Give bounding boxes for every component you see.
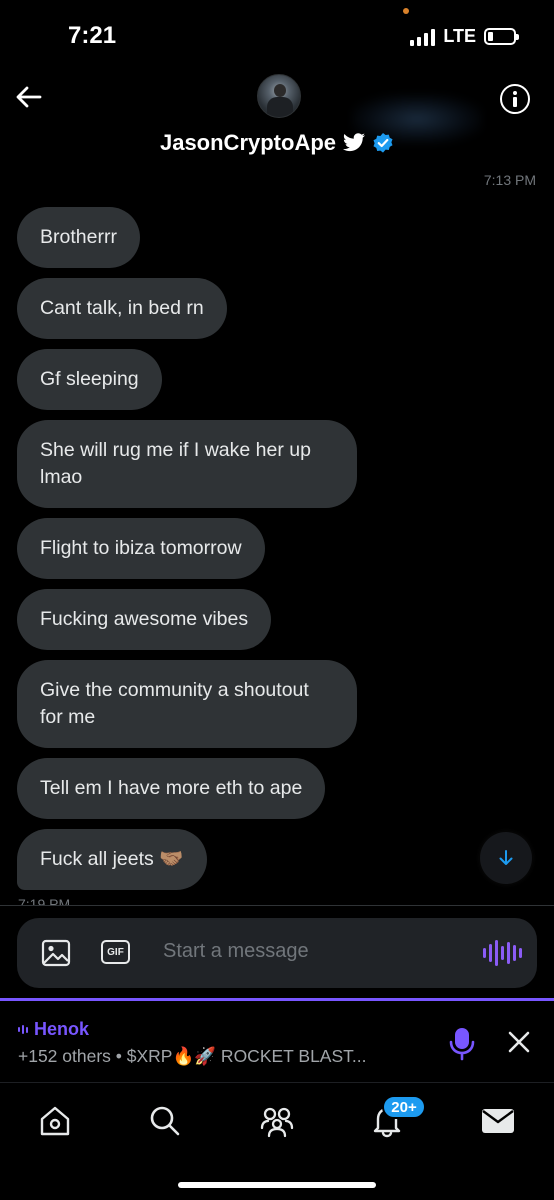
message-list: Brotherrr Cant talk, in bed rn Gf sleepi… <box>17 207 437 890</box>
nav-search[interactable] <box>145 1101 185 1141</box>
contact-name-row[interactable]: JasonCryptoApe <box>0 130 554 156</box>
nav-home[interactable] <box>35 1101 75 1141</box>
message-bubble[interactable]: Fucking awesome vibes <box>17 589 272 650</box>
nav-messages[interactable] <box>478 1101 518 1141</box>
message-bubble[interactable]: Brotherrr <box>17 207 140 268</box>
live-space-bar[interactable]: Henok +152 others • $XRP🔥🚀 ROCKET BLAST.… <box>0 998 554 1082</box>
space-description: +152 others • $XRP🔥🚀 ROCKET BLAST... <box>18 1046 367 1066</box>
message-bubble[interactable]: Fuck all jeets 🤝🏽 <box>17 829 207 890</box>
message-bubble[interactable]: Gf sleeping <box>17 349 162 410</box>
image-icon[interactable] <box>41 939 71 967</box>
privacy-indicator-dot <box>403 8 409 14</box>
battery-icon <box>484 28 519 45</box>
arrow-down-icon <box>499 850 513 865</box>
network-type: LTE <box>443 26 476 46</box>
conversation-info-button[interactable] <box>500 84 530 114</box>
message-bubble[interactable]: Give the community a shoutout for me <box>17 660 357 748</box>
live-audio-icon <box>18 1024 28 1036</box>
signal-strength-icon <box>410 28 436 46</box>
scroll-to-bottom-button[interactable] <box>480 832 532 884</box>
message-bubble[interactable]: Cant talk, in bed rn <box>17 278 227 339</box>
microphone-icon[interactable] <box>448 1027 476 1061</box>
status-indicators: LTE <box>410 26 519 47</box>
communities-icon <box>260 1107 294 1138</box>
back-button[interactable] <box>14 82 44 112</box>
search-icon <box>150 1106 180 1136</box>
contact-name: JasonCryptoApe <box>159 130 337 155</box>
avatar[interactable] <box>257 74 301 118</box>
info-icon <box>513 91 517 95</box>
voice-message-icon[interactable] <box>483 940 522 966</box>
message-composer: GIF <box>17 918 537 988</box>
message-bubble[interactable]: Tell em I have more eth to ape <box>17 758 326 819</box>
twitter-bird-icon <box>343 133 366 152</box>
status-time: 7:21 <box>68 22 117 49</box>
space-host-row: Henok <box>18 1019 89 1040</box>
verified-badge-icon <box>373 133 393 153</box>
nav-communities[interactable] <box>257 1101 297 1141</box>
notifications-badge: 20+ <box>382 1095 426 1119</box>
conversation-header: JasonCryptoApe <box>0 70 554 170</box>
messages-icon <box>482 1109 514 1133</box>
message-bubble[interactable]: She will rug me if I wake her up lmao <box>17 420 357 508</box>
home-icon <box>40 1106 70 1136</box>
message-bubble[interactable]: Flight to ibiza tomorrow <box>17 518 265 579</box>
space-host-name: Henok <box>34 1019 90 1039</box>
back-arrow-icon <box>16 86 42 108</box>
close-icon[interactable] <box>506 1029 532 1055</box>
message-input[interactable] <box>163 940 463 963</box>
divider <box>0 905 554 906</box>
status-bar: 7:21 LTE <box>0 0 554 70</box>
gif-button[interactable]: GIF <box>101 940 130 964</box>
message-timestamp: 7:13 PM <box>483 172 536 188</box>
home-indicator[interactable] <box>178 1182 376 1188</box>
